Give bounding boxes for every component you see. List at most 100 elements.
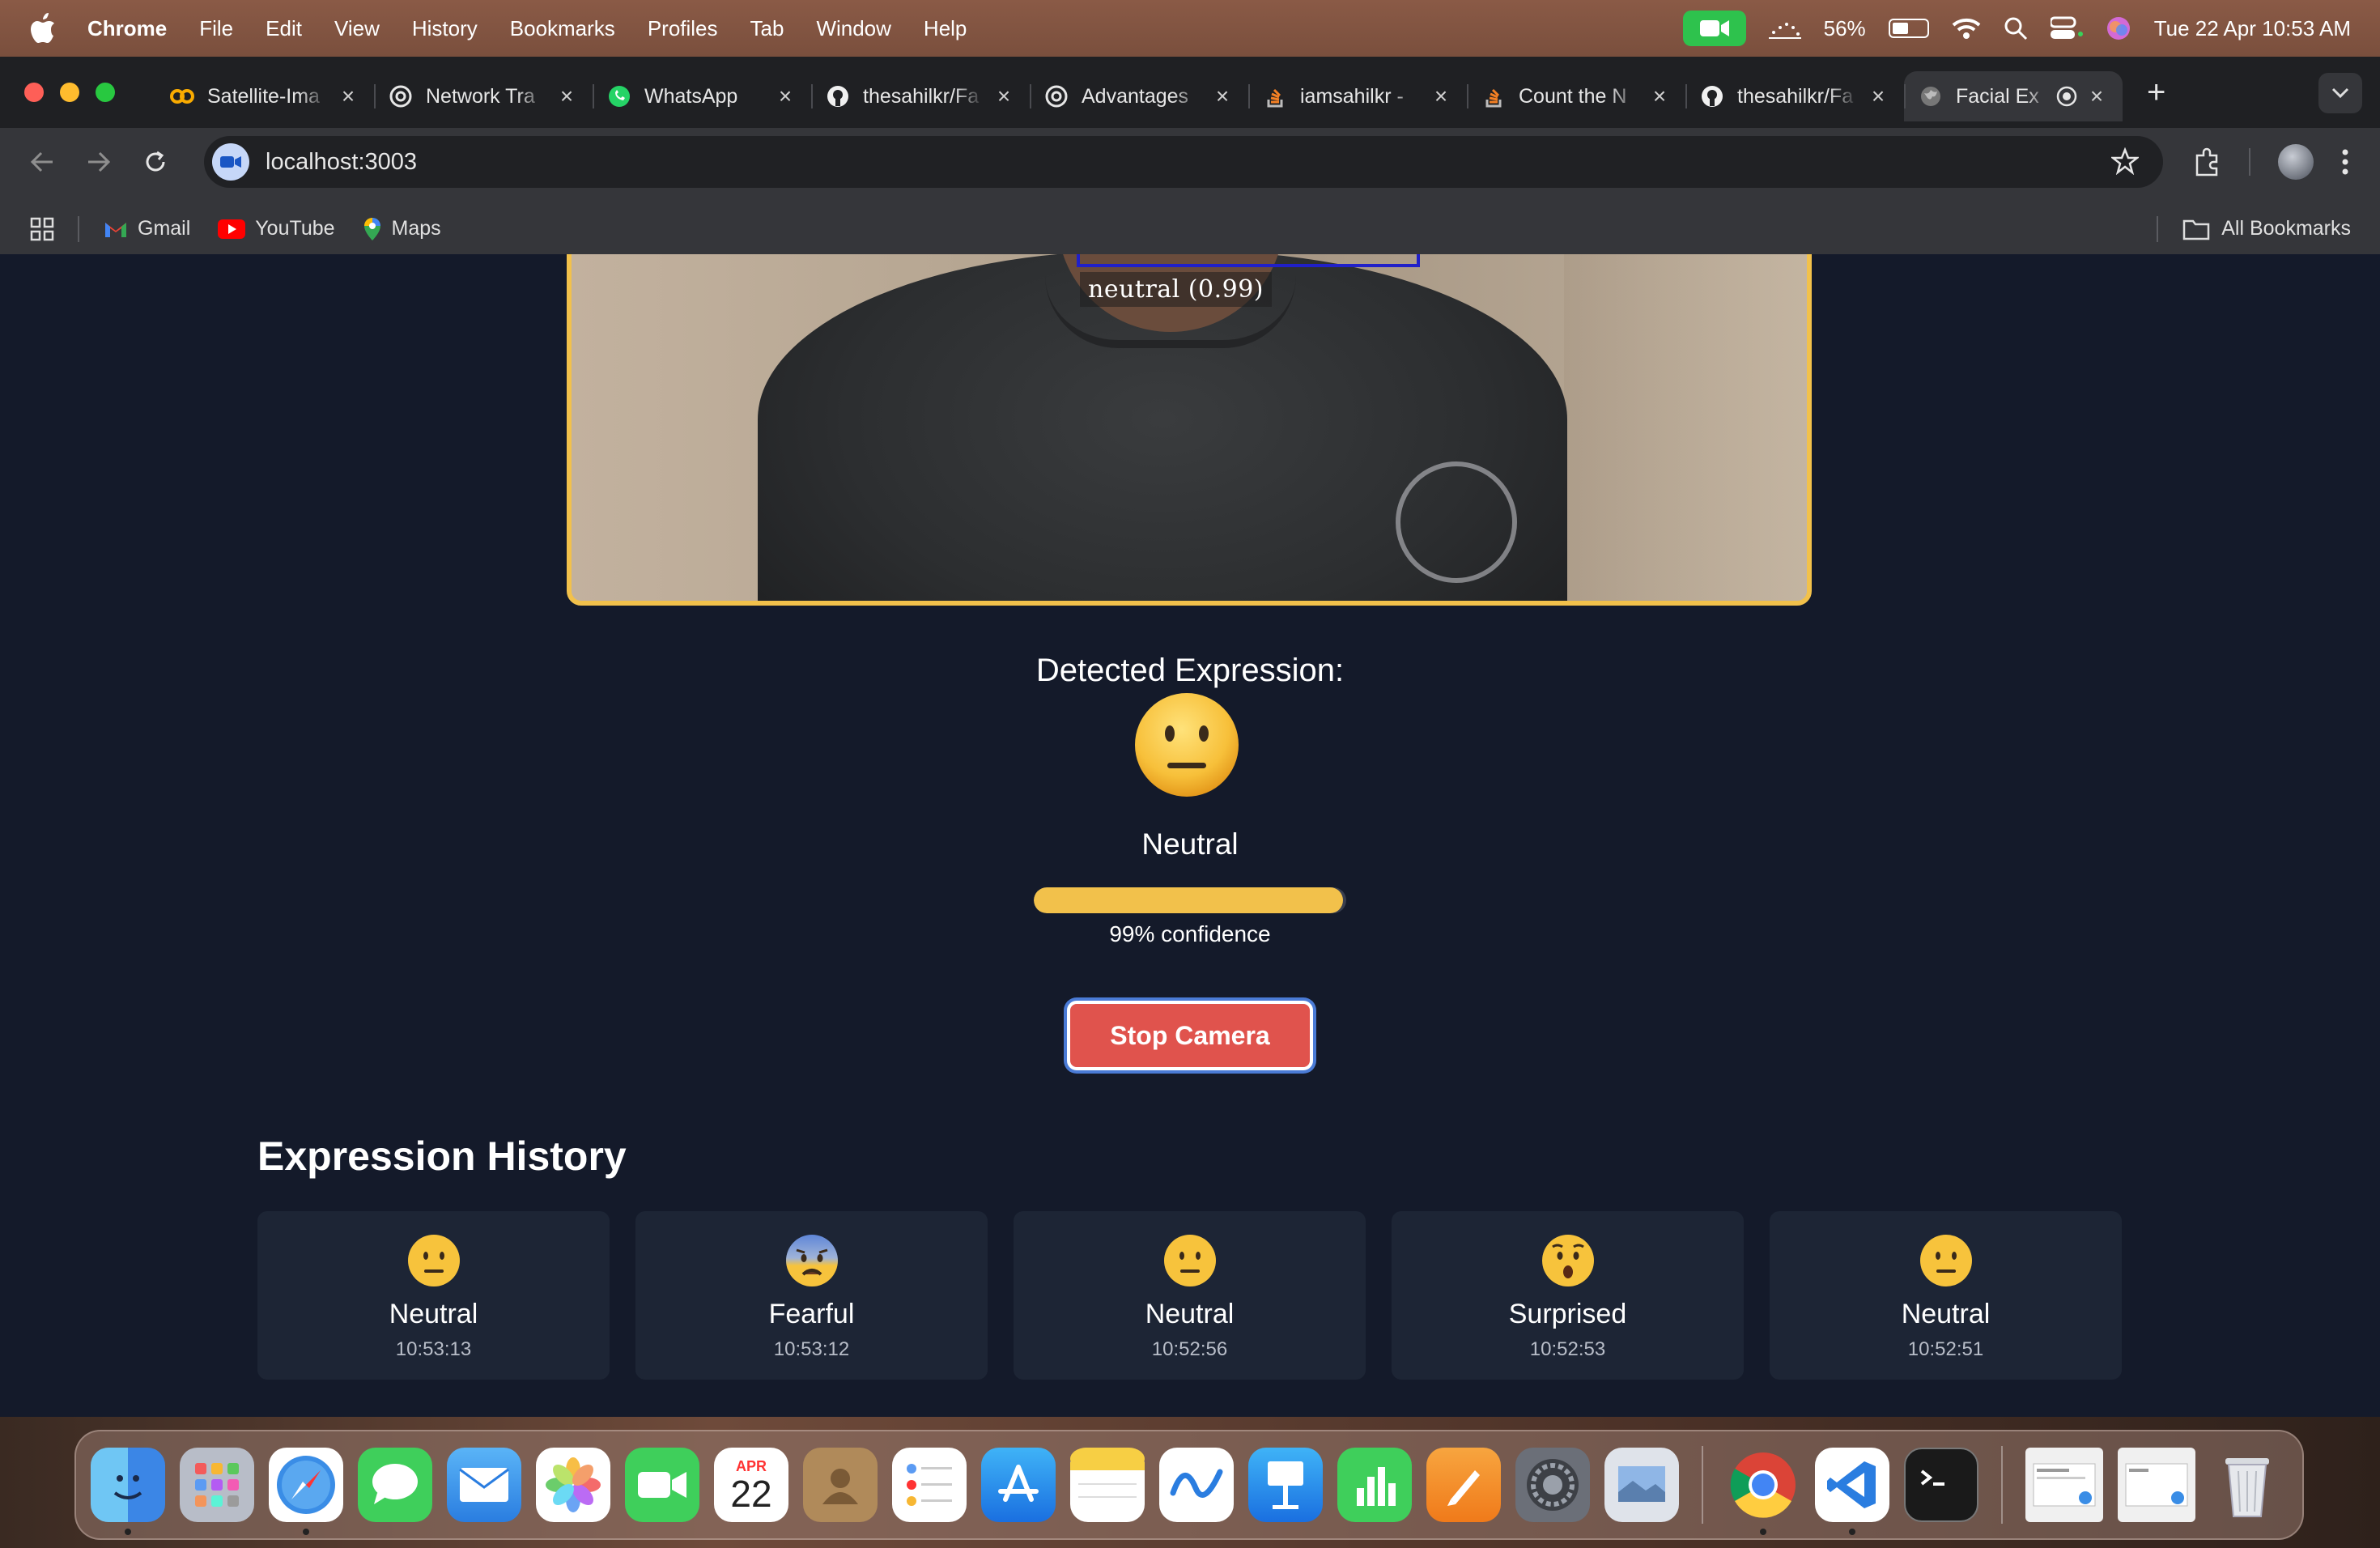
toolbar-divider: [2249, 148, 2250, 176]
wifi-icon[interactable]: [1952, 17, 1981, 40]
tab-close-icon[interactable]: ×: [1211, 83, 1234, 109]
stop-camera-button[interactable]: Stop Camera: [1067, 1001, 1313, 1070]
notes-icon[interactable]: [1070, 1448, 1145, 1522]
menu-bookmarks[interactable]: Bookmarks: [510, 16, 615, 41]
surprised-face-icon: [1541, 1235, 1594, 1286]
tab-whatsapp[interactable]: WhatsApp ×: [593, 71, 811, 121]
siri-icon[interactable]: [2106, 15, 2131, 41]
menu-profiles[interactable]: Profiles: [648, 16, 718, 41]
address-bar[interactable]: localhost:3003: [204, 136, 2163, 188]
tab-network[interactable]: Network Tra ×: [374, 71, 593, 121]
tab-github-1[interactable]: thesahilkr/Fa ×: [811, 71, 1030, 121]
control-center-icon[interactable]: [2050, 16, 2083, 40]
bookmark-youtube[interactable]: YouTube: [218, 217, 335, 240]
tab-stackoverflow-1[interactable]: iamsahilkr - ×: [1248, 71, 1467, 121]
forward-button[interactable]: [79, 142, 118, 181]
github-icon: [826, 84, 850, 108]
battery-icon[interactable]: [1888, 19, 1929, 38]
system-settings-icon[interactable]: [1515, 1448, 1590, 1522]
stackoverflow-icon: [1481, 84, 1506, 108]
globe-icon: [1919, 84, 1943, 108]
tab-close-icon[interactable]: ×: [337, 83, 359, 109]
weather-icon[interactable]: [1768, 16, 1801, 40]
camera-permission-icon[interactable]: [212, 143, 249, 181]
back-button[interactable]: [23, 142, 62, 181]
extensions-puzzle-icon[interactable]: [2192, 147, 2221, 176]
chrome-icon[interactable]: [1726, 1448, 1800, 1535]
apps-grid-icon[interactable]: [29, 216, 55, 242]
bookmark-star-icon[interactable]: [2111, 147, 2139, 175]
messages-icon[interactable]: [358, 1448, 432, 1522]
tab-close-icon[interactable]: ×: [1867, 83, 1889, 109]
menu-window[interactable]: Window: [816, 16, 890, 41]
menu-help[interactable]: Help: [924, 16, 967, 41]
bookmark-maps[interactable]: Maps: [363, 216, 441, 242]
tab-advantages[interactable]: Advantages ×: [1030, 71, 1248, 121]
launchpad-icon[interactable]: [180, 1448, 254, 1522]
menu-tab[interactable]: Tab: [750, 16, 784, 41]
safari-icon[interactable]: [269, 1448, 343, 1535]
mail-icon[interactable]: [447, 1448, 521, 1522]
photos-icon[interactable]: [536, 1448, 610, 1522]
tab-close-icon[interactable]: ×: [1648, 83, 1671, 109]
menu-view[interactable]: View: [334, 16, 380, 41]
contacts-icon[interactable]: [803, 1448, 878, 1522]
tab-title: thesahilkr/Fa: [1737, 84, 1854, 108]
bookmark-label: Maps: [391, 217, 441, 240]
history-card: Neutral 10:53:13: [257, 1211, 610, 1380]
tab-stackoverflow-2[interactable]: Count the N ×: [1467, 71, 1685, 121]
new-tab-button[interactable]: +: [2147, 74, 2165, 111]
bookmark-label: YouTube: [255, 217, 335, 240]
tab-close-icon[interactable]: ×: [992, 83, 1015, 109]
tab-satellite[interactable]: Satellite-Ima ×: [155, 71, 374, 121]
tab-facial-expression[interactable]: Facial Ex ×: [1904, 71, 2123, 121]
menu-edit[interactable]: Edit: [266, 16, 302, 41]
freeform-icon[interactable]: [1159, 1448, 1234, 1522]
menu-history[interactable]: History: [412, 16, 478, 41]
tab-title: thesahilkr/Fa: [863, 84, 980, 108]
profile-avatar[interactable]: [2278, 144, 2314, 180]
bookmarks-divider: [2157, 215, 2159, 242]
preview-icon[interactable]: [1604, 1448, 1679, 1522]
recent-window-thumbnail[interactable]: [2118, 1448, 2195, 1522]
tab-github-2[interactable]: thesahilkr/Fa ×: [1685, 71, 1904, 121]
spotlight-search-icon[interactable]: [2004, 16, 2028, 40]
trash-icon[interactable]: [2210, 1448, 2284, 1522]
menu-file[interactable]: File: [199, 16, 233, 41]
history-time: 10:53:12: [773, 1338, 850, 1360]
history-card: Fearful 10:53:12: [635, 1211, 988, 1380]
all-bookmarks-button[interactable]: All Bookmarks: [2182, 217, 2351, 240]
more-menu-icon[interactable]: [2341, 148, 2349, 176]
calendar-icon[interactable]: APR 22: [714, 1448, 788, 1522]
finder-icon[interactable]: [91, 1448, 165, 1535]
all-bookmarks-label: All Bookmarks: [2221, 217, 2351, 240]
detected-expression-name: Neutral: [1141, 827, 1239, 861]
facetime-icon[interactable]: [625, 1448, 699, 1522]
reload-button[interactable]: [136, 142, 175, 181]
vscode-icon[interactable]: [1815, 1448, 1889, 1535]
terminal-icon[interactable]: [1904, 1448, 1978, 1522]
apple-logo-icon[interactable]: [29, 12, 57, 45]
history-time: 10:52:56: [1151, 1338, 1228, 1360]
menu-app-name[interactable]: Chrome: [87, 16, 167, 41]
keynote-icon[interactable]: [1248, 1448, 1323, 1522]
zoom-window-button[interactable]: [96, 83, 115, 102]
tab-close-icon[interactable]: ×: [774, 83, 797, 109]
history-expression: Surprised: [1508, 1299, 1627, 1329]
menubar-clock[interactable]: Tue 22 Apr 10:53 AM: [2154, 16, 2351, 41]
pages-icon[interactable]: [1426, 1448, 1501, 1522]
tab-search-button[interactable]: [2318, 73, 2362, 113]
browser-toolbar: localhost:3003: [0, 128, 2380, 196]
tab-close-icon[interactable]: ×: [555, 83, 578, 109]
close-window-button[interactable]: [24, 83, 44, 102]
minimize-window-button[interactable]: [60, 83, 79, 102]
numbers-icon[interactable]: [1337, 1448, 1412, 1522]
github-icon: [1700, 84, 1724, 108]
app-store-icon[interactable]: [981, 1448, 1056, 1522]
tab-close-icon[interactable]: ×: [1430, 83, 1452, 109]
reminders-icon[interactable]: [892, 1448, 967, 1522]
screen-recording-indicator[interactable]: [1682, 11, 1746, 46]
bookmark-gmail[interactable]: Gmail: [104, 217, 190, 240]
tab-close-icon[interactable]: ×: [2085, 83, 2108, 109]
recent-window-thumbnail[interactable]: [2025, 1448, 2103, 1522]
